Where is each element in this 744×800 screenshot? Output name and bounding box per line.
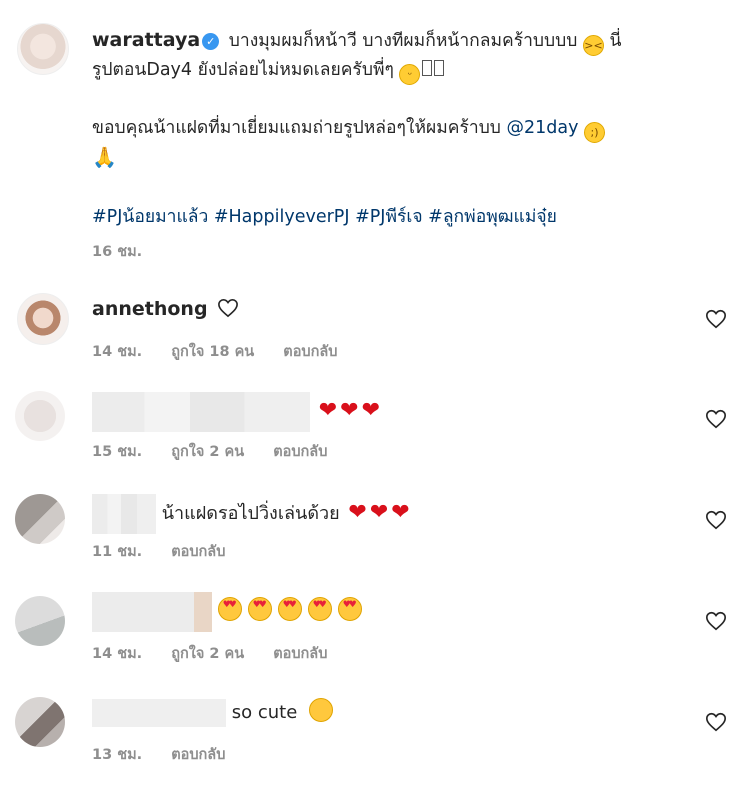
comment-time[interactable]: 14 ชม. <box>92 344 142 360</box>
reply-button[interactable]: ตอบกลับ <box>283 344 337 360</box>
comment-likes[interactable]: ถูกใจ 2 คน <box>171 646 244 662</box>
comment-text: น้าแฝดรอไปวิ่งเล่นด้วย <box>161 503 340 524</box>
comment-time[interactable]: 11 ชม. <box>92 544 142 560</box>
hashtags[interactable]: #PJน้อยมาแล้ว #HappilyeverPJ #PJพีร์เจ #… <box>92 207 557 227</box>
grinning-squint-emoji-icon: >< <box>582 35 604 56</box>
heart-eyes-emoji-icon <box>337 597 362 621</box>
comment-avatar[interactable] <box>15 697 65 747</box>
reply-button[interactable]: ตอบกลับ <box>273 444 327 460</box>
comment-row: annethong <box>92 298 239 320</box>
post-caption: warattaya ✓ บางมุมผมก็หน้าวี บางทีผมก็หน้… <box>92 26 712 232</box>
reply-button[interactable]: ตอบกลับ <box>171 747 225 763</box>
like-heart-icon[interactable] <box>705 308 727 330</box>
comment-row <box>92 592 368 632</box>
comment-time[interactable]: 15 ชม. <box>92 444 142 460</box>
mention-link[interactable]: @21day <box>507 118 579 138</box>
like-heart-icon[interactable] <box>705 408 727 430</box>
comment-meta: 11 ชม. ตอบกลับ <box>92 540 249 563</box>
comment-avatar[interactable] <box>17 293 69 345</box>
comment-avatar[interactable] <box>15 494 65 544</box>
comment-row: น้าแฝดรอไปวิ่งเล่นด้วย ❤ ❤ ❤ <box>92 494 410 534</box>
comment-text: so cute <box>231 702 298 723</box>
blurred-username <box>92 392 310 432</box>
reply-button[interactable]: ตอบกลับ <box>171 544 225 560</box>
comment-likes[interactable]: ถูกใจ 2 คน <box>171 444 244 460</box>
post-author-username[interactable]: warattaya <box>92 29 200 51</box>
post-meta: 16 ชม. <box>92 240 166 263</box>
post-time[interactable]: 16 ชม. <box>92 244 142 260</box>
comment-meta: 15 ชม. ถูกใจ 2 คน ตอบกลับ <box>92 440 351 463</box>
caption-line-2: รูปตอนDay4 ยังปล่อยไม่หมดเลยครับพี่ๆ <box>92 60 394 80</box>
comment-avatar[interactable] <box>15 391 65 441</box>
smiling-hearts-emoji-icon <box>309 698 334 722</box>
post-author-avatar[interactable] <box>17 23 69 75</box>
reply-button[interactable]: ตอบกลับ <box>273 646 327 662</box>
like-heart-icon[interactable] <box>705 509 727 531</box>
red-heart-emoji-icon: ❤ <box>361 398 381 423</box>
comment-row: so cute <box>92 698 334 727</box>
red-heart-emoji-icon: ❤ <box>340 398 359 423</box>
comment-row: ❤ ❤ ❤ <box>92 392 380 432</box>
comment-meta: 14 ชม. ถูกใจ 18 คน ตอบกลับ <box>92 340 362 363</box>
unknown-glyph-icon <box>422 60 433 76</box>
blurred-username <box>92 592 212 632</box>
verified-badge-icon: ✓ <box>202 33 220 50</box>
heart-eyes-emoji-icon <box>217 597 242 621</box>
folded-hands-emoji-icon: 🙏 <box>92 145 117 169</box>
comment-meta: 13 ชม. ตอบกลับ <box>92 743 249 766</box>
like-heart-icon[interactable] <box>705 610 727 632</box>
caption-line-1: บางมุมผมก็หน้าวี บางทีผมก็หน้ากลมคร้าบบบ… <box>228 31 578 51</box>
heart-eyes-emoji-icon <box>247 597 272 621</box>
wink-emoji-icon: ;) <box>584 122 606 143</box>
comment-time[interactable]: 14 ชม. <box>92 646 142 662</box>
blurred-username <box>92 494 156 534</box>
comment-username[interactable]: annethong <box>92 298 208 320</box>
comment-avatar[interactable] <box>15 596 65 646</box>
smiling-emoji-icon: ᵕ <box>399 64 421 85</box>
blurred-username <box>92 699 226 727</box>
unknown-glyph-icon <box>434 60 445 76</box>
red-heart-emoji-icon: ❤ <box>369 500 389 525</box>
red-heart-emoji-icon: ❤ <box>391 500 410 525</box>
red-heart-emoji-icon: ❤ <box>348 500 367 525</box>
like-heart-icon[interactable] <box>705 711 727 733</box>
heart-outline-icon <box>218 298 239 318</box>
heart-eyes-emoji-icon <box>307 597 332 621</box>
comment-likes[interactable]: ถูกใจ 18 คน <box>171 344 254 360</box>
comment-meta: 14 ชม. ถูกใจ 2 คน ตอบกลับ <box>92 642 351 665</box>
caption-line-3: ขอบคุณน้าแฝดที่มาเยี่ยมแถมถ่ายรูปหล่อๆให… <box>92 118 501 138</box>
comment-time[interactable]: 13 ชม. <box>92 747 142 763</box>
heart-eyes-emoji-icon <box>277 597 302 621</box>
red-heart-emoji-icon: ❤ <box>318 398 338 423</box>
caption-line-1b: นี่ <box>609 31 622 51</box>
